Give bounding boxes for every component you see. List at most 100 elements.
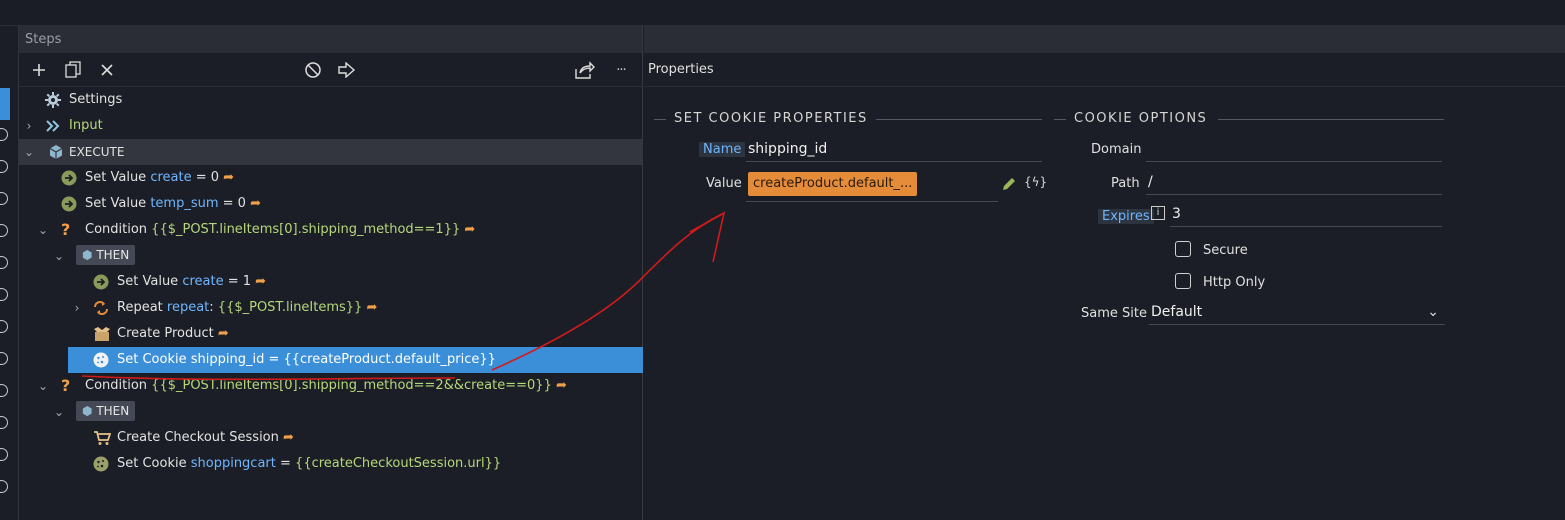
path-input[interactable]: / xyxy=(1146,171,1442,195)
properties-panel: Properties SET COOKIE PROPERTIES COOKIE … xyxy=(644,26,1565,520)
gutter-circle-icon[interactable] xyxy=(0,384,8,397)
cookie-icon xyxy=(93,352,109,368)
steps-panel: Steps ··· Settings › Input ⌄ EXECUTE Set… xyxy=(19,26,643,520)
chevron-right-icon[interactable]: › xyxy=(23,113,35,139)
step-prefix: Condition xyxy=(85,378,152,393)
chevron-down-icon[interactable]: ⌄ xyxy=(53,243,65,269)
copy-icon[interactable] xyxy=(63,60,83,80)
output-icon: ➦ xyxy=(464,222,476,237)
tree-item-input[interactable]: › Input xyxy=(19,113,643,139)
chevron-down-icon[interactable]: ⌄ xyxy=(53,399,65,425)
cookie-expression: {{createCheckoutSession.url}} xyxy=(295,456,502,471)
name-input[interactable]: shipping_id xyxy=(746,138,1042,162)
cart-icon xyxy=(93,430,112,446)
variable-name: temp_sum xyxy=(150,196,219,211)
cookie-options-title: COOKIE OPTIONS xyxy=(1074,111,1208,126)
gutter-circle-icon[interactable] xyxy=(0,224,8,237)
cube-icon xyxy=(48,144,64,160)
tree-item-set-value-temp-sum[interactable]: Set Value temp_sum = 0 ➦ xyxy=(19,191,643,217)
then-label: THEN xyxy=(96,248,130,262)
section-divider xyxy=(1054,119,1066,120)
share-icon[interactable] xyxy=(575,60,595,80)
output-icon: ➦ xyxy=(366,300,378,315)
tree-item-label: EXECUTE xyxy=(69,145,125,159)
tree-item-then-1[interactable]: ⌄ ⬢ THEN xyxy=(19,243,643,269)
disable-icon[interactable] xyxy=(303,60,323,80)
step-prefix: Set Value xyxy=(117,274,183,289)
then-badge: ⬢ THEN xyxy=(76,245,136,265)
chevron-down-icon[interactable]: ⌄ xyxy=(37,373,49,399)
steps-toolbar: ··· xyxy=(19,53,642,87)
value-expression-pill[interactable]: createProduct.default_... xyxy=(748,172,918,196)
tree-item-create-checkout-session[interactable]: Create Checkout Session ➦ xyxy=(19,425,643,451)
pencil-icon[interactable] xyxy=(1001,176,1017,192)
gutter-circle-icon[interactable] xyxy=(0,192,8,205)
secure-checkbox[interactable] xyxy=(1175,241,1191,257)
more-options-button[interactable]: ··· xyxy=(611,60,631,80)
tree-item-set-value-create[interactable]: Set Value create = 0 ➦ xyxy=(19,165,643,191)
then-label: THEN xyxy=(96,404,130,418)
step-prefix: Set Value xyxy=(85,196,151,211)
chevron-right-icon[interactable]: › xyxy=(71,295,83,321)
tree-item-label: Input xyxy=(69,118,103,133)
chevron-down-icon[interactable]: ⌄ xyxy=(23,139,35,165)
tree-item-label: Set Cookie shipping_id = {{createProduct… xyxy=(117,352,496,367)
gutter-circle-icon[interactable] xyxy=(0,128,8,141)
dynamic-data-button[interactable]: {ϟ} xyxy=(1024,175,1047,189)
tree-item-create-product[interactable]: Create Product ➦ xyxy=(19,321,643,347)
domain-label: Domain xyxy=(1091,142,1142,157)
chevron-down-icon[interactable]: ⌄ xyxy=(37,217,49,243)
section-divider xyxy=(654,119,666,120)
secure-label: Secure xyxy=(1203,243,1248,258)
httponly-label: Http Only xyxy=(1203,275,1266,290)
cookie-icon xyxy=(93,456,109,472)
gutter-circle-icon[interactable] xyxy=(0,416,8,429)
gutter-circle-icon[interactable] xyxy=(0,480,8,493)
tree-item-condition-2[interactable]: ⌄ ? Condition {{$_POST.lineItems[0].ship… xyxy=(19,373,643,399)
arrow-circle-icon xyxy=(61,196,77,212)
expires-input[interactable]: 3 xyxy=(1170,203,1442,227)
tree-item-set-value-create-1[interactable]: Set Value create = 1 ➦ xyxy=(19,269,643,295)
gutter-circle-icon[interactable] xyxy=(0,256,8,269)
gutter-circle-icon[interactable] xyxy=(0,448,8,461)
plus-icon[interactable] xyxy=(29,60,49,80)
tree-item-set-cookie-shoppingcart[interactable]: Set Cookie shoppingcart = {{createChecko… xyxy=(19,451,643,477)
condition-expression: {{$_POST.lineItems[0].shipping_method==2… xyxy=(151,378,552,393)
repeat-expression: {{$_POST.lineItems}} xyxy=(217,300,363,315)
chevron-down-icon: ⌄ xyxy=(1427,304,1439,320)
variable-name: create xyxy=(150,170,192,185)
export-icon[interactable] xyxy=(337,60,357,80)
samesite-label: Same Site xyxy=(1081,306,1147,321)
cube-icon: ⬢ xyxy=(82,404,93,418)
arrow-circle-icon xyxy=(93,274,109,290)
domain-input[interactable] xyxy=(1146,138,1442,162)
tree-item-condition-1[interactable]: ⌄ ? Condition {{$_POST.lineItems[0].ship… xyxy=(19,217,643,243)
tree-item-label: Create Checkout Session xyxy=(117,430,279,445)
question-icon: ? xyxy=(61,376,71,395)
section-divider xyxy=(876,119,1042,120)
step-colon: : xyxy=(209,300,218,315)
tree-item-label: Create Product xyxy=(117,326,214,341)
condition-expression: {{$_POST.lineItems[0].shipping_method==1… xyxy=(151,222,461,237)
gutter-circle-icon[interactable] xyxy=(0,160,8,173)
tree-item-repeat[interactable]: › Repeat repeat: {{$_POST.lineItems}} ➦ xyxy=(19,295,643,321)
step-prefix: Set Cookie xyxy=(117,456,191,471)
step-prefix: Set Value xyxy=(85,170,151,185)
samesite-value: Default xyxy=(1151,304,1203,320)
path-label: Path xyxy=(1111,176,1140,191)
expires-label: Expires xyxy=(1098,209,1154,224)
gutter-circle-icon[interactable] xyxy=(0,352,8,365)
gutter-circle-icon[interactable] xyxy=(0,320,8,333)
httponly-checkbox[interactable] xyxy=(1175,273,1191,289)
close-icon[interactable] xyxy=(97,60,117,80)
step-prefix: Condition xyxy=(85,222,152,237)
set-cookie-properties-title: SET COOKIE PROPERTIES xyxy=(674,111,868,126)
tree-item-set-cookie-shipping-id[interactable]: Set Cookie shipping_id = {{createProduct… xyxy=(68,347,643,373)
gutter-circle-icon[interactable] xyxy=(0,288,8,301)
tree-item-execute[interactable]: ⌄ EXECUTE xyxy=(19,139,643,165)
info-icon[interactable]: i xyxy=(1151,206,1165,220)
variable-name: shoppingcart xyxy=(190,456,276,471)
tree-item-settings[interactable]: Settings xyxy=(19,87,643,113)
tree-item-then-2[interactable]: ⌄ ⬢ THEN xyxy=(19,399,643,425)
samesite-select[interactable]: Default ⌄ xyxy=(1149,301,1445,325)
